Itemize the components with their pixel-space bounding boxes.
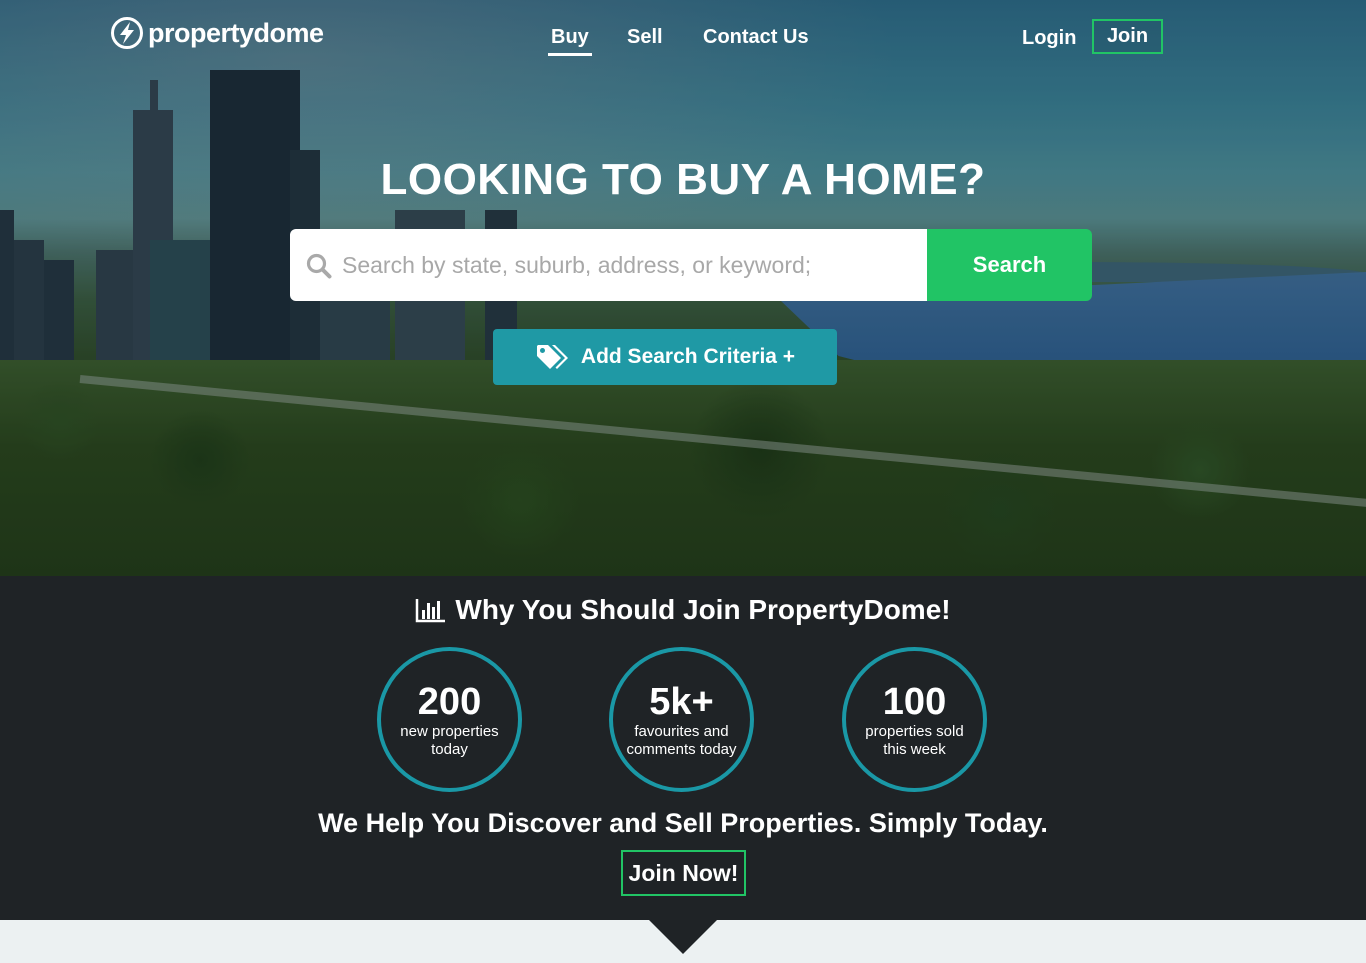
- stat-value: 5k+: [649, 680, 714, 723]
- join-button[interactable]: Join: [1092, 19, 1163, 54]
- stat-favourites: 5k+ favourites and comments today: [609, 647, 754, 792]
- add-search-criteria-button[interactable]: Add Search Criteria +: [493, 329, 837, 385]
- stat-value: 200: [417, 680, 482, 723]
- bar-chart-icon: [416, 599, 446, 623]
- search-icon: [306, 253, 332, 279]
- triangle-down-icon: [649, 920, 717, 954]
- hero-title: LOOKING TO BUY A HOME?: [380, 155, 986, 204]
- stat-value: 100: [882, 680, 947, 723]
- logo[interactable]: propertydome: [110, 16, 324, 50]
- logo-text: propertydome: [148, 17, 324, 48]
- join-now-button[interactable]: Join Now!: [621, 850, 746, 896]
- why-join-title: Why You Should Join PropertyDome!: [0, 594, 1366, 626]
- tags-icon: [536, 345, 568, 369]
- search-input[interactable]: [342, 245, 912, 285]
- why-join-title-text: Why You Should Join PropertyDome!: [455, 594, 951, 625]
- nav-buy[interactable]: Buy: [548, 26, 592, 56]
- stat-label: favourites and comments today: [626, 722, 737, 758]
- tagline: We Help You Discover and Sell Properties…: [318, 808, 1048, 838]
- stat-label: properties sold this week: [865, 722, 964, 758]
- search-box: [290, 229, 928, 301]
- lightning-bolt-circle-icon: [111, 17, 143, 49]
- stat-new-properties: 200 new properties today: [377, 647, 522, 792]
- add-search-criteria-label: Add Search Criteria +: [580, 345, 796, 368]
- stat-label: new properties today: [400, 722, 499, 758]
- why-join-section: Why You Should Join PropertyDome! 200 ne…: [0, 576, 1366, 954]
- nav-sell[interactable]: Sell: [627, 26, 663, 49]
- login-link[interactable]: Login: [1022, 27, 1076, 50]
- stat-properties-sold: 100 properties sold this week: [842, 647, 987, 792]
- search-button[interactable]: Search: [927, 229, 1092, 301]
- nav-contact-us[interactable]: Contact Us: [703, 26, 809, 49]
